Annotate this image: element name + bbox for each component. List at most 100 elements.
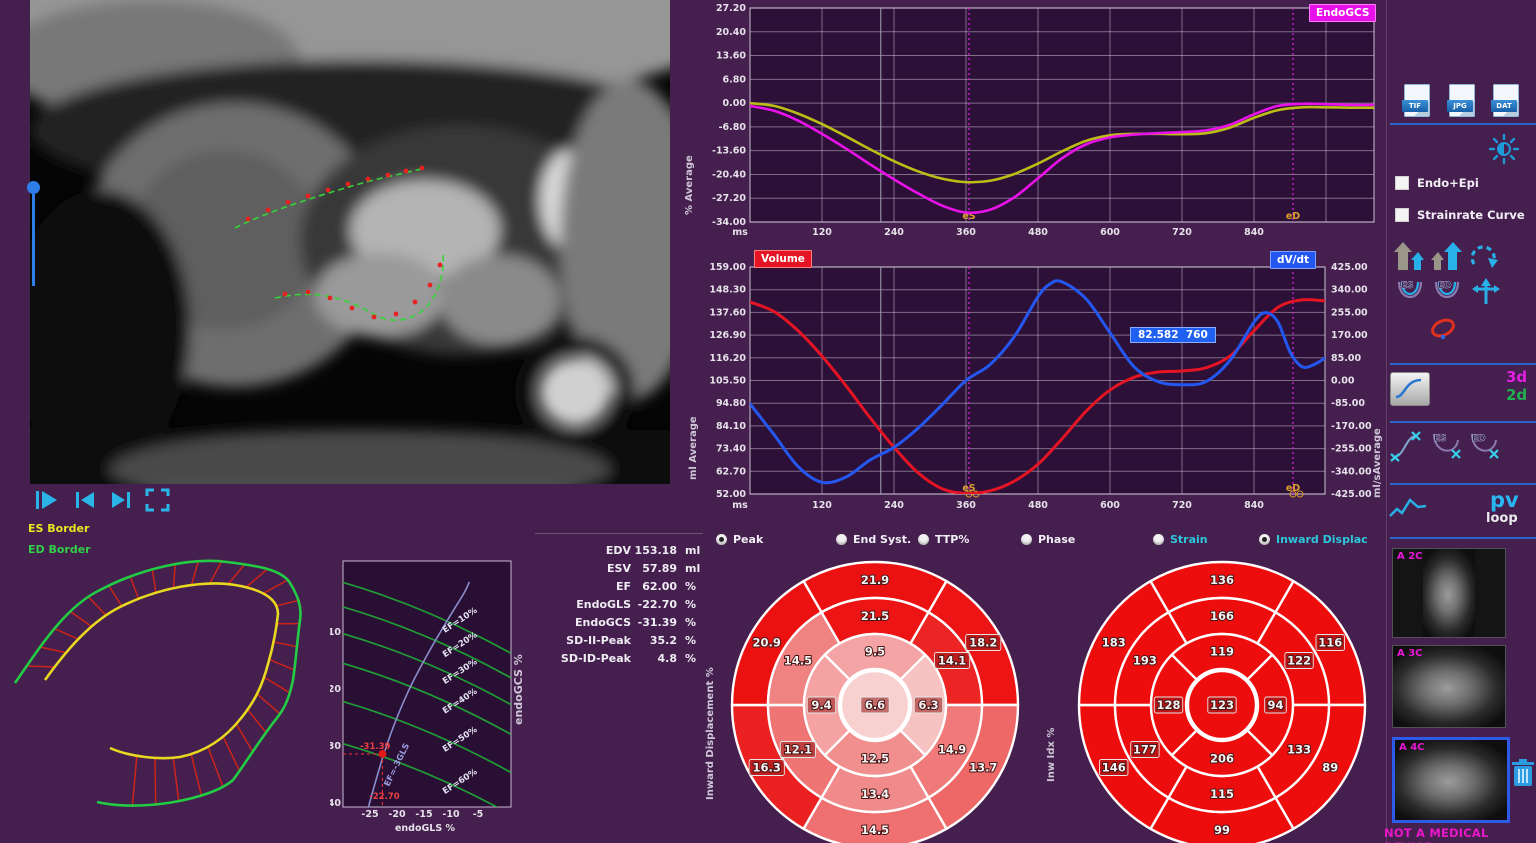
radio-icon xyxy=(716,534,727,545)
svg-text:-40: -40 xyxy=(330,798,341,809)
ef-nomogram-plot[interactable]: -31.39-22.70EF=10%EF=20%EF=30%EF=40%EF=5… xyxy=(330,555,530,843)
edit-spline-button[interactable] xyxy=(1390,430,1426,466)
svg-text:ms: ms xyxy=(732,500,748,511)
volume-right-axis-label: ml/sAverage xyxy=(1372,428,1383,498)
export-dat-button[interactable]: DAT xyxy=(1493,84,1519,117)
svg-text:840: 840 xyxy=(1244,500,1264,511)
bullseye-inward-index[interactable]: 1361168999146183166122133115177193119942… xyxy=(1076,555,1368,843)
radio-icon xyxy=(1259,534,1270,545)
endogcs-axis-label: endoGCS % xyxy=(512,654,525,725)
svg-text:148.30: 148.30 xyxy=(709,285,746,296)
pv-label[interactable]: pv xyxy=(1490,490,1519,510)
es-curve-icon: ES xyxy=(1393,276,1427,310)
measurement-row: SD-II-Peak35.2% xyxy=(535,632,703,650)
spline-edit-icon xyxy=(1390,430,1426,462)
volume-chart-panel: 159.00425.00148.30340.00137.60255.00126.… xyxy=(700,250,1400,530)
svg-text:360: 360 xyxy=(956,227,976,238)
mode-2d-button[interactable]: 2d xyxy=(1506,386,1527,404)
measurement-row: EF62.00% xyxy=(535,578,703,596)
brightness-contrast-button[interactable] xyxy=(1489,134,1519,168)
edit-es-spline-button[interactable]: ES xyxy=(1428,430,1464,466)
radio-icon xyxy=(918,534,929,545)
mri-image xyxy=(30,0,670,484)
previous-frame-button[interactable] xyxy=(72,487,99,514)
svg-text:240: 240 xyxy=(884,227,904,238)
curve-display-button[interactable] xyxy=(1390,372,1430,406)
svg-text:-31.39: -31.39 xyxy=(360,742,390,752)
pv-curve-icon xyxy=(1388,494,1428,524)
mri-cine-viewport[interactable] xyxy=(30,0,670,484)
svg-text:13.7: 13.7 xyxy=(969,761,997,775)
svg-text:14.1: 14.1 xyxy=(938,654,966,668)
es-border-contour xyxy=(45,583,278,758)
loop-tool-button[interactable] xyxy=(1428,316,1458,348)
tif-file-icon: TIF xyxy=(1402,100,1428,112)
svg-text:-340.00: -340.00 xyxy=(1331,466,1372,477)
fullscreen-button[interactable] xyxy=(144,487,171,514)
svg-text:6.6: 6.6 xyxy=(865,698,885,712)
svg-text:116: 116 xyxy=(1318,636,1342,650)
es-spline-edit-icon: ES xyxy=(1428,430,1464,462)
mode-3d-button[interactable]: 3d xyxy=(1506,368,1527,386)
radio-phase[interactable]: Phase xyxy=(1021,533,1075,546)
radio-peak[interactable]: Peak xyxy=(716,533,763,546)
export-jpg-button[interactable]: JPG xyxy=(1449,84,1475,117)
endo-arrows-button[interactable] xyxy=(1393,240,1425,276)
svg-text:116.20: 116.20 xyxy=(709,353,746,364)
svg-text:20.9: 20.9 xyxy=(753,636,781,650)
svg-text:6.3: 6.3 xyxy=(918,698,938,712)
reset-contour-button[interactable] xyxy=(1468,240,1500,276)
svg-text:126.90: 126.90 xyxy=(709,330,746,341)
delete-view-button[interactable] xyxy=(1510,758,1536,792)
measurement-row: ESV57.89ml xyxy=(535,560,703,578)
frame-slider[interactable] xyxy=(27,181,41,291)
ed-contour-button[interactable]: ED xyxy=(1430,276,1464,314)
next-frame-icon xyxy=(108,487,135,514)
svg-text:360: 360 xyxy=(956,500,976,511)
radio-inward-displac[interactable]: Inward Displac xyxy=(1259,533,1368,546)
play-button[interactable] xyxy=(33,487,60,514)
thumbnail-a3c[interactable]: A 3C xyxy=(1392,645,1506,728)
radio-strain[interactable]: Strain xyxy=(1153,533,1208,546)
strain-chart[interactable]: 27.2020.4013.606.800.00-6.80-13.60-20.40… xyxy=(700,0,1386,250)
bullseye-inward-displacement[interactable]: 21.918.213.714.516.320.921.514.114.913.4… xyxy=(729,555,1021,843)
volume-legend-chip[interactable]: Volume xyxy=(754,250,812,268)
radio-icon xyxy=(1021,534,1032,545)
svg-text:21.9: 21.9 xyxy=(861,573,889,587)
s-curve-icon xyxy=(1391,373,1429,405)
inw-idx-axis-label: Inw Idx % xyxy=(1046,728,1057,782)
thumbnail-a2c[interactable]: A 2C xyxy=(1392,548,1506,638)
slider-knob-icon[interactable] xyxy=(27,181,40,194)
sidebar-divider xyxy=(1390,483,1536,485)
inward-displacement-axis-label: Inward Displacement % xyxy=(705,667,716,800)
es-contour-button[interactable]: ES xyxy=(1393,276,1427,314)
checkbox-endo-epi[interactable]: Endo+Epi xyxy=(1395,176,1479,190)
sidebar-separator xyxy=(1386,0,1387,843)
dvdt-legend-chip[interactable]: dV/dt xyxy=(1270,251,1316,269)
svg-text:240: 240 xyxy=(884,500,904,511)
svg-text:183: 183 xyxy=(1102,636,1126,650)
checkbox-strainrate-curve[interactable]: Strainrate Curve xyxy=(1395,208,1525,222)
svg-text:73.40: 73.40 xyxy=(716,444,746,455)
measurement-row: EndoGLS-22.70% xyxy=(535,596,703,614)
not-a-medical-device-label: NOT A MEDICAL DEVICE xyxy=(1384,826,1536,843)
radio-ttp[interactable]: TTP% xyxy=(918,533,969,546)
thumbnail-a4c[interactable]: A 4C xyxy=(1392,737,1510,823)
loop-label[interactable]: loop xyxy=(1486,511,1518,526)
pv-loop-button[interactable] xyxy=(1388,494,1428,528)
volume-chart[interactable]: 159.00425.00148.30340.00137.60255.00126.… xyxy=(700,250,1400,530)
endogcs-legend-chip[interactable]: EndoGCS xyxy=(1309,4,1376,22)
svg-text:6.80: 6.80 xyxy=(723,74,747,85)
svg-text:99: 99 xyxy=(1214,823,1230,837)
epi-arrows-button[interactable] xyxy=(1430,240,1462,276)
svg-text:14.5: 14.5 xyxy=(861,823,889,837)
move-contour-button[interactable] xyxy=(1470,276,1504,314)
next-frame-button[interactable] xyxy=(108,487,135,514)
radio-end-syst[interactable]: End Syst. xyxy=(836,533,911,546)
edit-ed-spline-button[interactable]: ED xyxy=(1466,430,1502,466)
svg-text:89: 89 xyxy=(1322,761,1338,775)
svg-text:480: 480 xyxy=(1028,500,1048,511)
export-tif-button[interactable]: TIF xyxy=(1404,84,1430,117)
sidebar-divider xyxy=(1390,123,1536,125)
svg-text:18.2: 18.2 xyxy=(969,636,997,650)
